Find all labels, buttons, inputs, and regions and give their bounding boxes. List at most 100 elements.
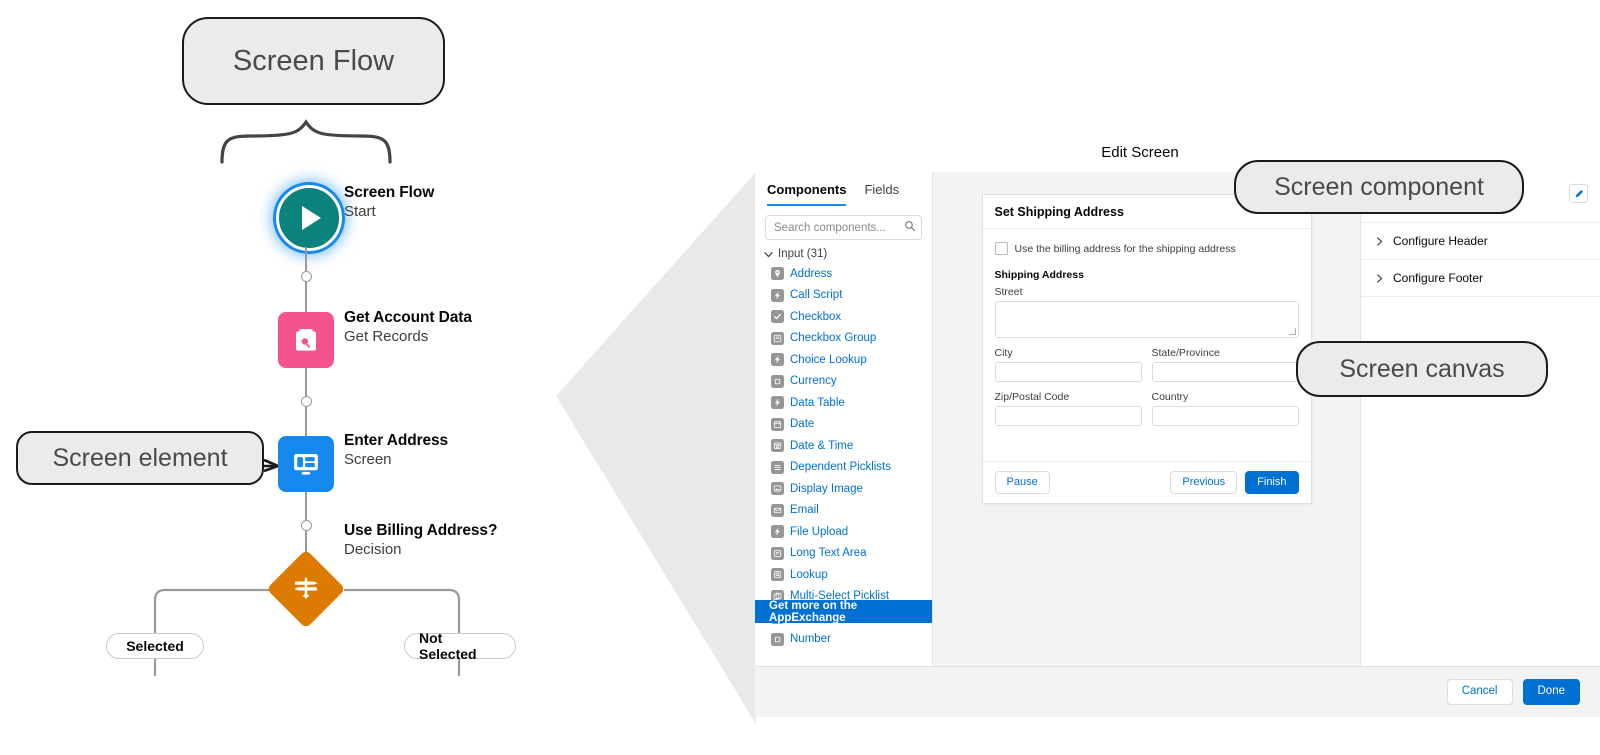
field-zip: Zip/Postal Code — [994, 391, 1142, 426]
component-item-number[interactable]: Number — [771, 629, 932, 651]
component-item-label: Choice Lookup — [790, 353, 867, 366]
callout-screen-element-label: Screen element — [52, 443, 228, 472]
done-button[interactable]: Done — [1522, 679, 1580, 705]
country-input[interactable] — [1151, 406, 1299, 426]
finish-button[interactable]: Finish — [1245, 470, 1299, 494]
envelope-icon — [771, 503, 784, 517]
field-country: Country — [1151, 391, 1299, 426]
state-province-input[interactable] — [1151, 362, 1299, 382]
component-item-data-table[interactable]: Data Table — [771, 392, 932, 414]
editor-body: Components Fields Input (31) Addr — [755, 172, 1600, 667]
component-item-file-upload[interactable]: File Upload — [771, 521, 932, 543]
pencil-icon[interactable] — [1569, 184, 1588, 203]
screen-card-footer: Pause Previous Finish — [982, 460, 1311, 503]
previous-button[interactable]: Previous — [1170, 470, 1238, 494]
component-item-checkbox-group[interactable]: Checkbox Group — [771, 328, 932, 350]
flow-connector-dot-1[interactable] — [301, 271, 312, 282]
lightning-icon — [771, 396, 784, 410]
branch-pill-selected[interactable]: Selected — [106, 633, 204, 659]
component-item-date[interactable]: Date — [771, 414, 932, 436]
appexchange-button[interactable]: Get more on the AppExchange — [755, 600, 932, 624]
lightning-icon — [771, 353, 784, 367]
billing-address-checkbox-label: Use the billing address for the shipping… — [1014, 242, 1236, 255]
zoom-wedge — [556, 172, 756, 724]
edit-screen-modal: Components Fields Input (31) Addr — [755, 172, 1600, 717]
cancel-button[interactable]: Cancel — [1446, 679, 1513, 705]
component-item-label: Data Table — [790, 396, 845, 409]
callout-screen-flow-label: Screen Flow — [232, 44, 395, 77]
flow-node-decision[interactable] — [266, 549, 346, 629]
pause-button[interactable]: Pause — [994, 470, 1050, 494]
components-palette: Components Fields Input (31) Addr — [755, 172, 933, 667]
palette-tabs: Components Fields — [755, 172, 932, 206]
zip-postal-code-input[interactable] — [994, 406, 1142, 426]
component-item-label: Dependent Picklists — [790, 461, 891, 474]
component-item-label: Currency — [790, 375, 837, 388]
flow-node-decision-label: Use Billing Address? Decision — [344, 522, 498, 559]
component-item-dependent-picklists[interactable]: Dependent Picklists — [771, 457, 932, 479]
tab-fields[interactable]: Fields — [864, 182, 899, 206]
palette-group-input[interactable]: Input (31) — [755, 246, 932, 263]
component-item-choice-lookup[interactable]: Choice Lookup — [771, 349, 932, 371]
text-area-icon — [771, 546, 784, 560]
component-item-label: Checkbox — [790, 310, 842, 323]
checkbox-group-icon — [771, 331, 784, 345]
component-item-email[interactable]: Email — [771, 500, 932, 522]
billing-address-checkbox-row[interactable]: Use the billing address for the shipping… — [994, 242, 1299, 255]
screen-canvas: Set Shipping Address Use the billing add… — [933, 172, 1360, 667]
chevron-down-icon — [764, 251, 773, 257]
component-item-label: Long Text Area — [790, 547, 867, 560]
component-item-label: Checkbox Group — [790, 332, 877, 345]
decision-icon — [294, 577, 318, 599]
flow-connector-dot-3[interactable] — [301, 520, 312, 531]
get-records-icon — [278, 312, 334, 368]
component-item-label: Date & Time — [790, 439, 854, 452]
flow-node-screen[interactable] — [278, 436, 334, 492]
street-input[interactable] — [994, 301, 1299, 338]
branch-pill-not-selected[interactable]: Not Selected — [404, 630, 516, 662]
flow-node-start[interactable] — [276, 185, 342, 251]
chevron-right-icon — [1377, 236, 1383, 246]
flow-node-get-records-label: Get Account Data Get Records — [344, 309, 472, 346]
search-input[interactable] — [765, 215, 922, 240]
city-input[interactable] — [994, 362, 1142, 382]
component-item-address[interactable]: Address — [771, 263, 932, 285]
modal-footer: Cancel Done — [755, 666, 1600, 717]
editor-title: Edit Screen — [1101, 144, 1179, 161]
pencil-glyph — [1575, 189, 1583, 197]
component-item-call-script[interactable]: Call Script — [771, 285, 932, 307]
component-item-checkbox[interactable]: Checkbox — [771, 306, 932, 328]
flow-node-screen-label: Enter Address Screen — [344, 432, 449, 469]
shipping-address-section-label: Shipping Address — [994, 269, 1084, 281]
screen-icon — [278, 436, 334, 492]
component-item-currency[interactable]: Currency — [771, 371, 932, 393]
component-item-label: Display Image — [790, 482, 863, 495]
flow-node-get-records[interactable] — [278, 312, 334, 368]
screen-card-body: Use the billing address for the shipping… — [983, 229, 1311, 461]
chevron-right-icon — [1377, 273, 1383, 283]
lightning-icon — [771, 525, 784, 539]
component-list: Address Call Script Checkbox Checkbox Group… — [755, 263, 932, 650]
field-state: State/Province — [1151, 347, 1299, 382]
callout-screen-canvas-label: Screen canvas — [1339, 354, 1505, 383]
component-item-label: Number — [790, 633, 831, 646]
flow-connector-dot-2[interactable] — [301, 396, 312, 407]
component-item-lookup[interactable]: Lookup — [771, 564, 932, 586]
search-wrapper — [765, 215, 922, 240]
checkbox-icon[interactable] — [994, 242, 1008, 255]
calendar-clock-icon — [771, 439, 784, 453]
configure-header-row[interactable]: Configure Header — [1361, 223, 1600, 260]
component-item-label: Date — [790, 418, 815, 431]
play-icon — [276, 185, 342, 251]
callout-screen-flow: Screen Flow — [182, 17, 445, 105]
image-icon — [771, 482, 784, 496]
component-item-date-time[interactable]: Date & Time — [771, 435, 932, 457]
component-item-long-text-area[interactable]: Long Text Area — [771, 543, 932, 565]
configure-footer-row[interactable]: Configure Footer — [1361, 260, 1600, 297]
tab-components[interactable]: Components — [767, 182, 847, 206]
lookup-icon — [771, 568, 784, 582]
component-item-label: Address — [790, 267, 833, 280]
field-street: Street — [994, 286, 1299, 338]
component-item-display-image[interactable]: Display Image — [771, 478, 932, 500]
location-pin-icon — [771, 267, 784, 281]
